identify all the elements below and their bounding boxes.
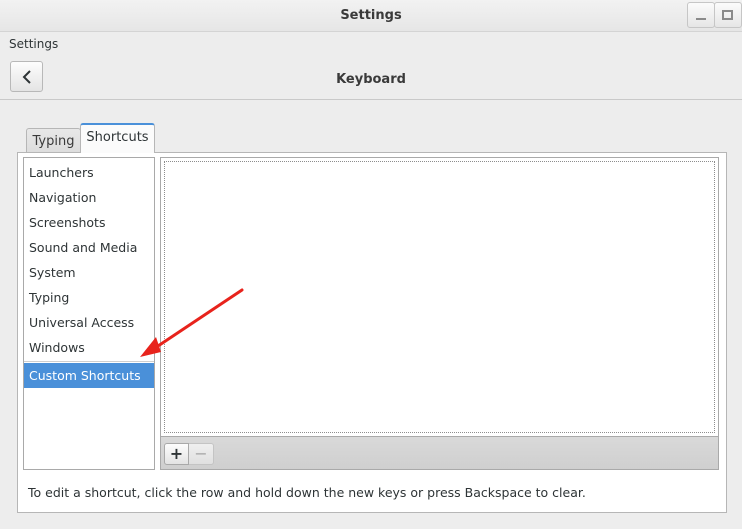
tab-shortcuts[interactable]: Shortcuts <box>80 123 155 153</box>
annotation-arrow-icon <box>140 288 244 357</box>
